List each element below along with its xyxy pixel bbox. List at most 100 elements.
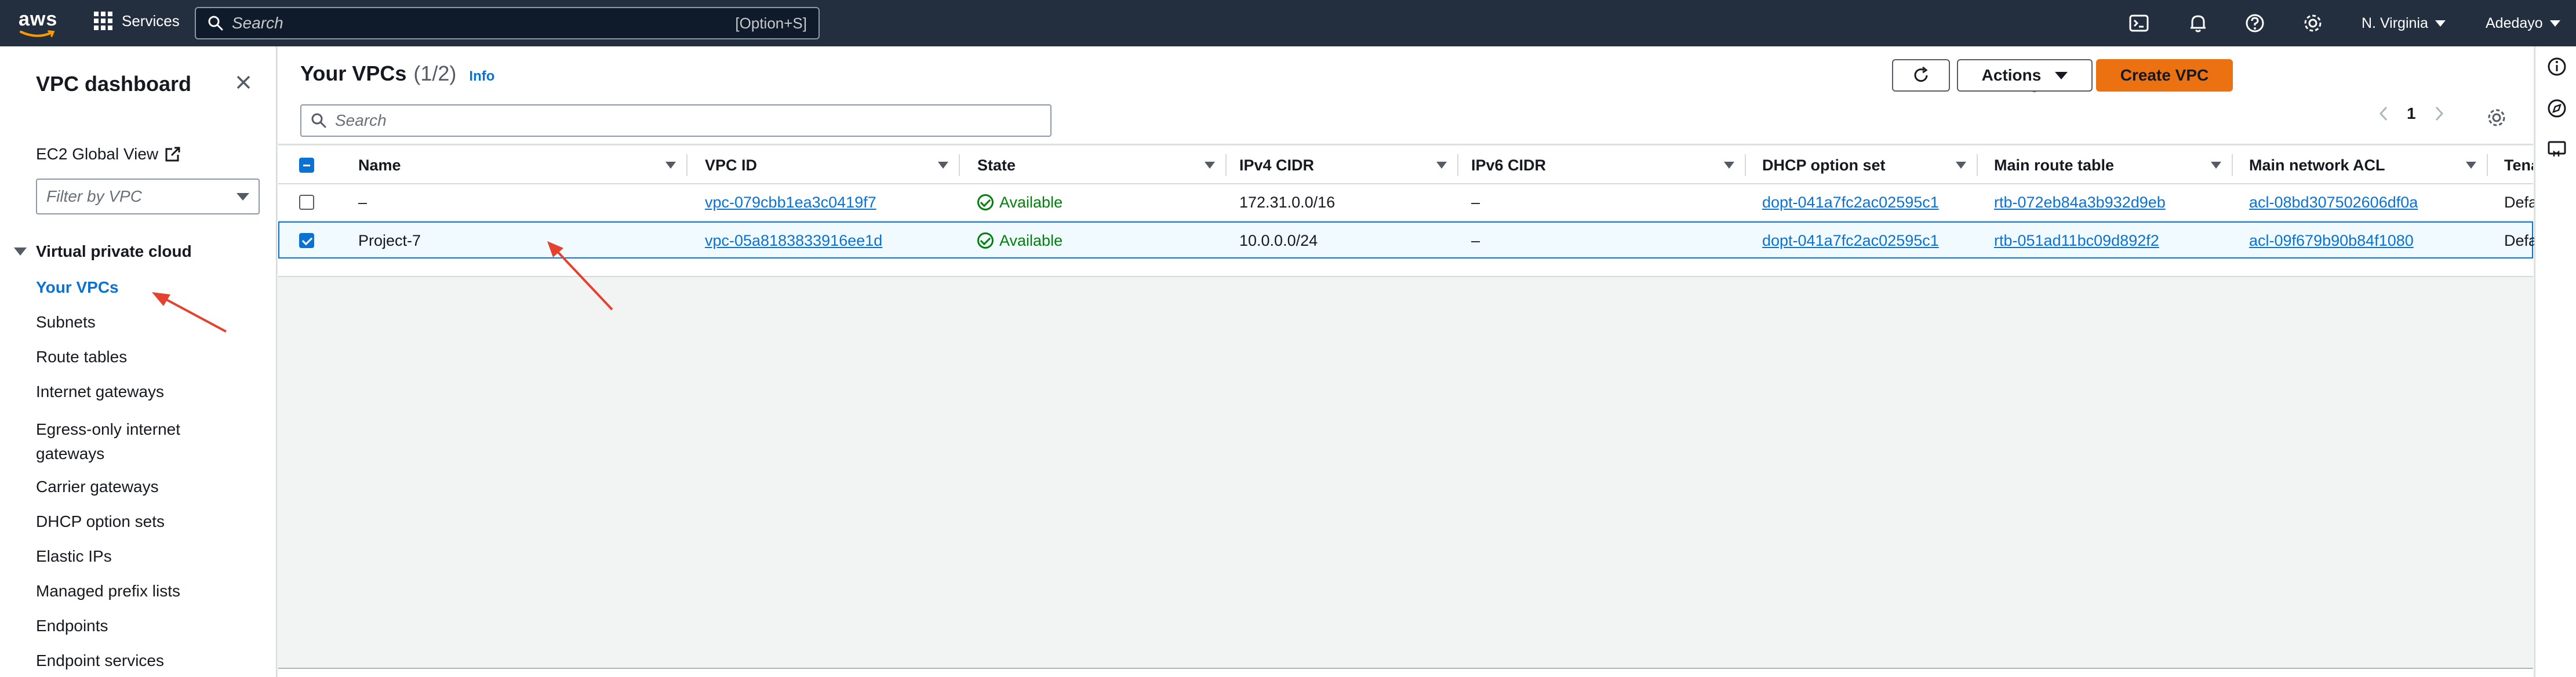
side-navigation: VPC dashboard EC2 Global View Filter by … <box>0 46 277 677</box>
explore-icon[interactable] <box>2547 99 2567 118</box>
vpc-search-input[interactable]: Search <box>300 104 1051 137</box>
selection-count: (1/2) <box>413 61 457 85</box>
column-header-dhcp-option-set[interactable]: DHCP option set <box>1746 146 1978 184</box>
refresh-icon <box>1914 66 1928 82</box>
sidebar-item-your-vpcs[interactable]: Your VPCs <box>36 278 119 297</box>
network-acl-link[interactable]: acl-09f679b90b84f1080 <box>2249 232 2414 250</box>
state-label: Available <box>999 231 1063 249</box>
caret-down-icon <box>2055 71 2068 79</box>
column-header-state[interactable]: State <box>960 146 1227 184</box>
empty-content-area <box>278 278 2533 668</box>
tutorial-icon[interactable] <box>2547 139 2567 159</box>
global-search-placeholder: Search <box>232 14 283 32</box>
state-label: Available <box>999 193 1063 211</box>
dhcp-link[interactable]: dopt-041a7fc2ac02595c1 <box>1762 194 1939 212</box>
caret-down-icon <box>237 192 249 201</box>
global-search-input[interactable]: Search [Option+S] <box>195 7 820 39</box>
cell-main-network-acl: acl-08bd307502606df0a <box>2249 184 2418 220</box>
cell-dhcp-option-set: dopt-041a7fc2ac02595c1 <box>1762 223 1939 259</box>
section-label: Virtual private cloud <box>36 242 192 260</box>
search-icon <box>311 113 326 128</box>
sort-caret-icon <box>938 162 948 169</box>
right-tools-rail <box>2534 46 2576 677</box>
column-header-tenancy[interactable]: Tenancy <box>2488 146 2533 184</box>
sidebar-item-dhcp-option-sets[interactable]: DHCP option sets <box>36 512 165 531</box>
user-label: Adedayo <box>2486 15 2543 31</box>
cloudshell-icon[interactable] <box>2129 13 2149 34</box>
services-menu[interactable]: Services <box>94 12 180 30</box>
create-vpc-button[interactable]: Create VPC <box>2096 59 2233 92</box>
sort-caret-icon <box>1724 162 1734 169</box>
sort-caret-icon <box>2466 162 2476 169</box>
vpc-id-link[interactable]: vpc-079cbb1ea3c0419f7 <box>705 194 876 212</box>
refresh-button[interactable] <box>1892 59 1950 92</box>
vpc-search-placeholder: Search <box>335 111 387 129</box>
bell-icon[interactable] <box>2188 13 2208 34</box>
cell-dhcp-option-set: dopt-041a7fc2ac02595c1 <box>1762 184 1939 220</box>
table-row[interactable]: – vpc-079cbb1ea3c0419f7 Available 172.31… <box>278 184 2554 221</box>
sidebar-item-internet-gateways[interactable]: Internet gateways <box>36 383 164 401</box>
close-icon[interactable] <box>233 72 254 93</box>
search-icon <box>208 16 223 31</box>
chevron-left-icon[interactable] <box>2378 105 2389 122</box>
select-all-checkbox[interactable] <box>299 158 314 173</box>
info-icon[interactable] <box>2547 57 2567 77</box>
status-ok-icon <box>977 232 994 249</box>
sidebar-item-egress-only-internet-gateways[interactable]: Egress-only internet gateways <box>36 417 210 466</box>
column-header-ipv6-cidr[interactable]: IPv6 CIDR <box>1458 146 1746 184</box>
table-settings-icon[interactable] <box>2486 107 2508 129</box>
cell-main-network-acl: acl-09f679b90b84f1080 <box>2249 223 2414 259</box>
external-link-icon <box>165 147 180 162</box>
column-header-name[interactable]: Name <box>358 146 687 184</box>
gear-icon[interactable] <box>2302 13 2323 34</box>
sort-caret-icon <box>1205 162 1215 169</box>
row-checkbox[interactable] <box>299 233 314 248</box>
filter-by-vpc-select[interactable]: Filter by VPC <box>36 179 260 214</box>
sidebar-item-endpoint-services[interactable]: Endpoint services <box>36 651 164 670</box>
cell-ipv6-cidr: – <box>1471 193 1480 211</box>
chevron-right-icon[interactable] <box>2433 105 2445 122</box>
section-virtual-private-cloud[interactable]: Virtual private cloud <box>14 242 192 261</box>
info-link[interactable]: Info <box>469 68 494 85</box>
cell-vpc-id: vpc-05a8183833916ee1d <box>705 223 882 259</box>
actions-button[interactable]: Actions <box>1957 59 2093 92</box>
table-row-selected[interactable]: Project-7 vpc-05a8183833916ee1d Availabl… <box>278 221 2554 259</box>
column-header-ipv4-cidr[interactable]: IPv4 CIDR <box>1227 146 1458 184</box>
sort-caret-icon <box>665 162 676 169</box>
page-title-text: Your VPCs <box>300 61 407 85</box>
sidebar-item-carrier-gateways[interactable]: Carrier gateways <box>36 478 159 496</box>
cell-ipv6-cidr: – <box>1471 231 1480 249</box>
sidebar-item-elastic-ips[interactable]: Elastic IPs <box>36 547 112 566</box>
split-panel-divider[interactable] <box>278 668 2533 677</box>
network-acl-link[interactable]: acl-08bd307502606df0a <box>2249 194 2418 212</box>
ec2-global-view-label: EC2 Global View <box>36 145 159 163</box>
sidebar-item-endpoints[interactable]: Endpoints <box>36 617 108 635</box>
chevron-down-icon <box>2549 20 2560 27</box>
cell-main-route-table: rtb-072eb84a3b932d9eb <box>1994 184 2166 220</box>
route-table-link[interactable]: rtb-051ad11bc09d892f2 <box>1994 232 2159 250</box>
column-header-vpc-id[interactable]: VPC ID <box>705 146 960 184</box>
route-table-link[interactable]: rtb-072eb84a3b932d9eb <box>1994 194 2166 212</box>
sort-caret-icon <box>1956 162 1966 169</box>
dhcp-link[interactable]: dopt-041a7fc2ac02595c1 <box>1762 232 1939 250</box>
aws-logo[interactable]: aws <box>19 8 59 38</box>
chevron-down-icon <box>2435 20 2446 27</box>
sidebar-item-managed-prefix-lists[interactable]: Managed prefix lists <box>36 582 180 600</box>
help-icon[interactable] <box>2244 13 2265 34</box>
row-checkbox[interactable] <box>299 195 314 210</box>
column-header-main-route-table[interactable]: Main route table <box>1978 146 2233 184</box>
vpc-id-link[interactable]: vpc-05a8183833916ee1d <box>705 232 882 250</box>
column-header-main-network-acl[interactable]: Main network ACL <box>2233 146 2488 184</box>
ec2-global-view-link[interactable]: EC2 Global View <box>36 145 181 163</box>
sort-caret-icon <box>1436 162 1447 169</box>
sidebar-item-subnets[interactable]: Subnets <box>36 313 96 332</box>
current-page[interactable]: 1 <box>2407 104 2416 123</box>
cell-ipv4-cidr: 10.0.0.0/24 <box>1239 231 1318 249</box>
sidebar-title[interactable]: VPC dashboard <box>36 72 191 96</box>
sidebar-item-route-tables[interactable]: Route tables <box>36 348 127 366</box>
actions-label: Actions <box>1981 66 2042 84</box>
filter-by-vpc-placeholder: Filter by VPC <box>46 187 142 205</box>
account-menu[interactable]: Adedayo <box>2486 15 2560 32</box>
row-select-cell <box>299 184 314 220</box>
region-selector[interactable]: N. Virginia <box>2362 15 2446 32</box>
